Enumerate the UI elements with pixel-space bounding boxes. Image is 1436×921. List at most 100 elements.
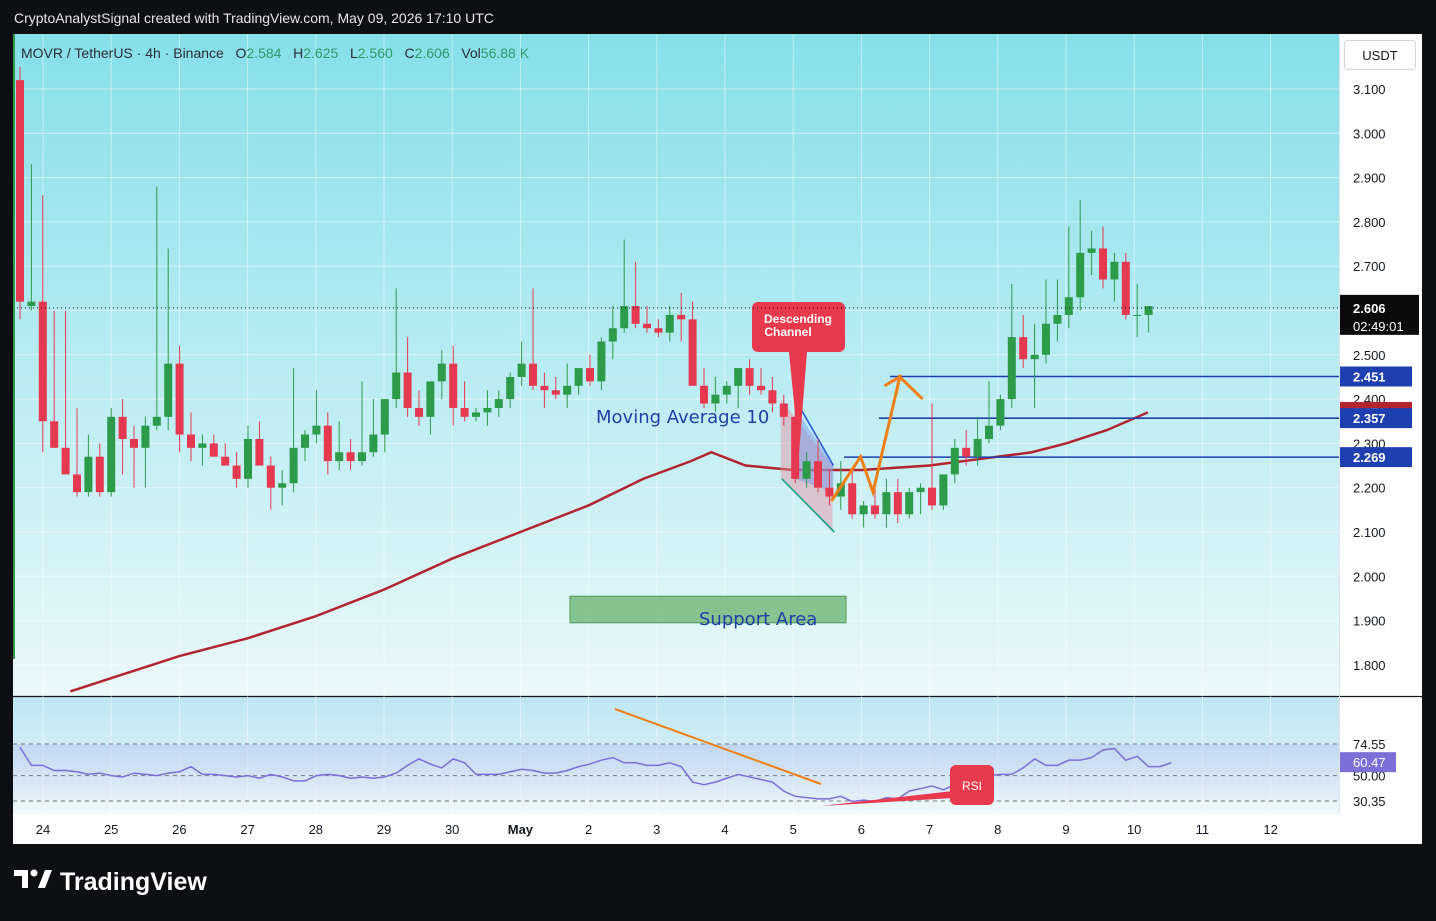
candle-body <box>312 425 321 435</box>
price-tick-label: 2.800 <box>1353 215 1386 230</box>
candle-body <box>289 447 298 484</box>
candle-body <box>517 363 526 377</box>
candle[interactable] <box>1121 252 1130 320</box>
time-tick-label: 6 <box>858 822 865 837</box>
candle-body <box>301 434 309 448</box>
candle-body <box>529 363 537 386</box>
candle-body <box>1133 314 1142 316</box>
candle[interactable] <box>16 66 24 320</box>
candle-body <box>50 421 59 448</box>
candle-body <box>232 465 241 479</box>
candle-body <box>905 492 914 515</box>
candle-body <box>620 306 629 329</box>
candle-body <box>1007 337 1016 400</box>
chart-frame[interactable]: 3.100 3.000 2.900 2.800 2.700 2.500 2.400 2.300… <box>13 34 1422 844</box>
price-tag-text: 2.451 <box>1353 370 1386 385</box>
candle-body <box>711 394 720 404</box>
time-tick-label: 26 <box>172 822 186 837</box>
last-price-value: 2.606 <box>1353 301 1386 316</box>
candle-body <box>700 385 708 404</box>
candle-body <box>540 385 549 391</box>
candle-body <box>996 399 1005 426</box>
open-value: 2.584 <box>246 45 282 61</box>
rsi-callout-text: RSI <box>962 779 982 793</box>
candle-body <box>859 505 868 515</box>
rsi-current-tag[interactable]: 60.47 <box>1340 752 1396 773</box>
candle-body <box>563 385 572 395</box>
time-tick-label: 28 <box>309 822 323 837</box>
candle-body <box>266 465 275 488</box>
time-tick-label: 24 <box>36 822 50 837</box>
candle-body <box>985 425 993 439</box>
candle[interactable] <box>939 474 948 510</box>
time-tick-label: 12 <box>1263 822 1277 837</box>
candle-body <box>814 461 822 488</box>
candle[interactable] <box>905 487 914 519</box>
level-price-tag[interactable]: 2.357 <box>1340 408 1412 429</box>
rsi-tick-label: 30.35 <box>1353 794 1386 809</box>
time-tick-label: 2 <box>585 822 592 837</box>
candle-body <box>460 407 469 417</box>
price-tick-label: 2.900 <box>1353 171 1386 186</box>
candle-body <box>779 403 788 417</box>
candle-body <box>722 385 731 395</box>
time-tick-label: 4 <box>721 822 728 837</box>
last-price-tag[interactable]: 2.606 02:49:01 <box>1340 294 1419 335</box>
candle-body <box>449 363 458 408</box>
candle-body <box>745 368 754 386</box>
candle-body <box>586 368 594 382</box>
candle-body <box>278 483 287 488</box>
candle-body <box>61 447 70 475</box>
candle-body <box>688 319 697 386</box>
rsi-tick-label: 74.55 <box>1353 737 1386 752</box>
candle-body <box>768 390 777 404</box>
symbol-label[interactable]: MOVR / TetherUS · 4h · Binance <box>21 45 224 61</box>
candle-body <box>392 372 401 400</box>
candle-body <box>494 399 503 408</box>
candle-body <box>95 456 104 493</box>
candle-body <box>973 438 982 457</box>
rsi-current-value: 60.47 <box>1353 755 1386 770</box>
candle-body <box>506 376 515 400</box>
time-tick-label: 11 <box>1196 822 1210 837</box>
time-tick-label: 5 <box>790 822 797 837</box>
level-price-tag[interactable]: 2.451 <box>1340 366 1412 387</box>
price-tick-label: 2.000 <box>1353 569 1386 584</box>
candle-body <box>221 456 230 466</box>
candle-body <box>757 385 765 391</box>
price-tick-label: 3.100 <box>1353 82 1386 97</box>
rsi-callout[interactable]: RSI <box>950 765 994 805</box>
candle[interactable] <box>107 407 116 497</box>
high-label: H <box>293 45 304 61</box>
candle-body <box>928 487 936 506</box>
time-scale-bg[interactable] <box>13 814 1422 844</box>
currency-selector[interactable]: USDT <box>1344 40 1416 70</box>
chart-canvas[interactable]: 3.1003.0002.9002.8002.7002.5002.4002.300… <box>13 34 1422 844</box>
candle-body <box>734 368 743 386</box>
time-tick-label: May <box>508 822 534 837</box>
candle-body <box>882 492 891 515</box>
candle-body <box>198 443 207 448</box>
price-tick-label: 1.900 <box>1353 614 1386 629</box>
volume-label: Vol <box>461 45 481 61</box>
callout-text: Descending <box>764 312 832 326</box>
candle-body <box>118 416 127 439</box>
low-label: L <box>349 45 358 61</box>
close-value: 2.606 <box>414 45 450 61</box>
time-tick-label: 25 <box>104 822 118 837</box>
candle-body <box>38 301 47 422</box>
candle-body <box>962 447 971 457</box>
price-tick-label: 1.800 <box>1353 658 1386 673</box>
time-tick-label: 9 <box>1062 822 1069 837</box>
candle-body <box>107 416 116 493</box>
candle-body <box>825 487 834 497</box>
candle-body <box>551 390 560 395</box>
level-price-tag[interactable]: 2.269 <box>1340 447 1412 468</box>
rsi-band-fill <box>13 744 1339 801</box>
candle[interactable] <box>996 394 1005 431</box>
candle-body <box>597 341 606 382</box>
candle-body <box>403 372 412 408</box>
candle-body <box>358 452 366 462</box>
candle-body <box>916 487 925 493</box>
tradingview-brand[interactable]: TradingView <box>14 868 207 897</box>
